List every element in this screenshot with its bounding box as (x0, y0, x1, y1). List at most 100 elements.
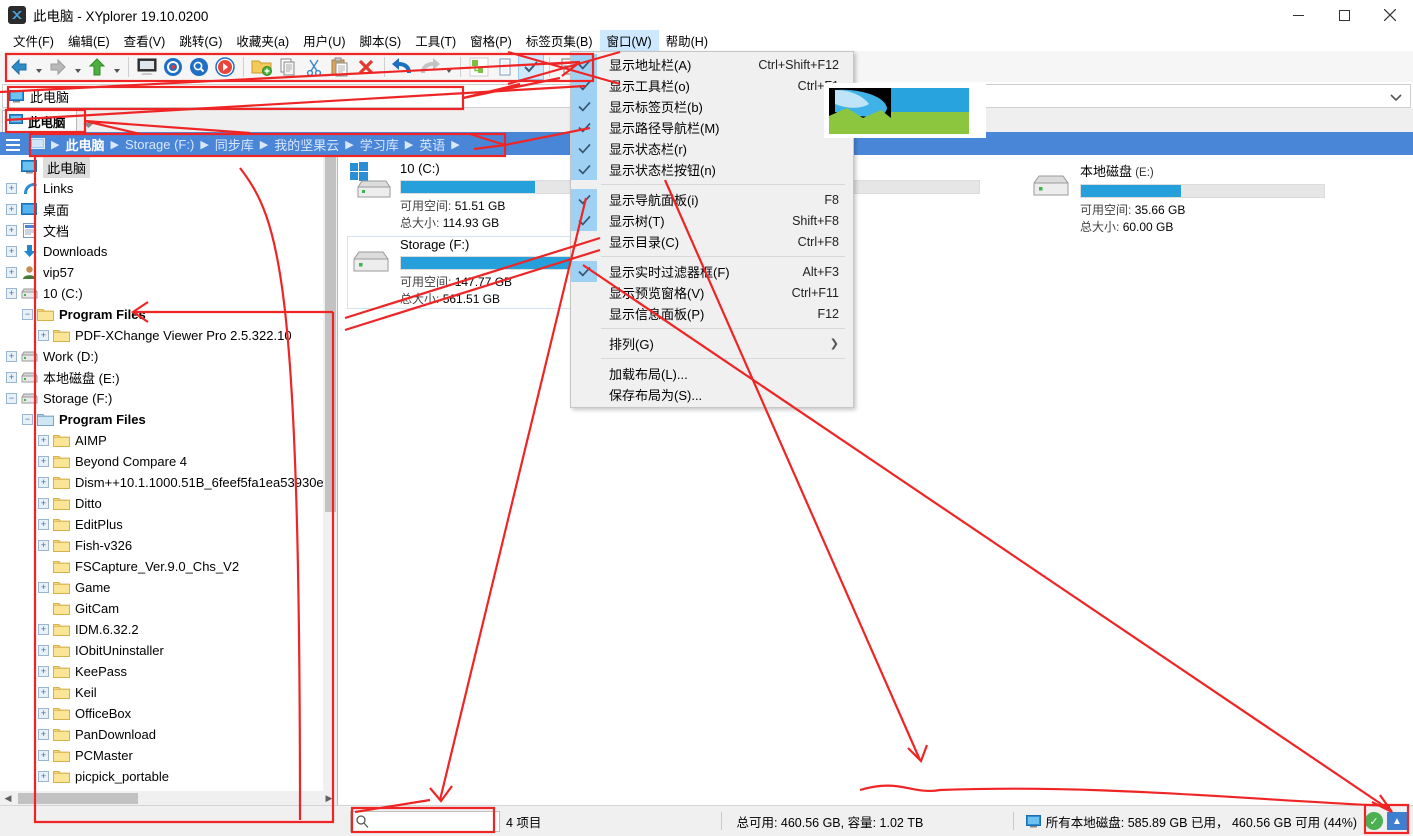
breadcrumb-item-5[interactable]: 英语 (419, 135, 445, 154)
tree-expander-expand-icon[interactable]: + (38, 687, 49, 698)
menu-option[interactable]: 显示标签页栏(b) (571, 96, 853, 117)
redo-dropdown-icon[interactable] (442, 54, 455, 80)
breadcrumb-item-0[interactable]: 此电脑 (65, 135, 104, 154)
tree-item[interactable]: + picpick_portable (0, 766, 337, 787)
forward-dropdown-icon[interactable] (71, 54, 84, 80)
menu-option[interactable]: 显示状态栏(r) (571, 138, 853, 159)
back-icon[interactable] (6, 54, 32, 80)
delete-icon[interactable] (353, 54, 379, 80)
menu-file[interactable]: 文件(F) (6, 29, 61, 52)
tree-item[interactable]: FSCapture_Ver.9.0_Chs_V2 (0, 556, 337, 577)
cut-icon[interactable] (301, 54, 327, 80)
menu-option[interactable]: 显示实时过滤器框(F) Alt+F3 (571, 261, 853, 282)
tree-vertical-scroll-thumb[interactable] (325, 157, 336, 512)
tree-item[interactable]: + PDF-XChange Viewer Pro 2.5.322.10 (0, 325, 337, 346)
tree-item[interactable]: + PanDownload (0, 724, 337, 745)
paste-icon[interactable] (327, 54, 353, 80)
tree-item[interactable]: + 本地磁盘 (E:) (0, 367, 337, 388)
folder-tree[interactable]: 此电脑 + Links + 桌面 + 文档 + Downloads + vip57 +10 (C:) −… (0, 155, 338, 805)
tree-expander-expand-icon[interactable]: + (6, 372, 17, 383)
tree-expander-expand-icon[interactable]: + (38, 498, 49, 509)
tree-item[interactable]: + Beyond Compare 4 (0, 451, 337, 472)
menu-option[interactable]: 排列(G) ❯ (571, 333, 853, 354)
tree-item[interactable]: + vip57 (0, 262, 337, 283)
tree-item[interactable]: + Keil (0, 682, 337, 703)
tree-expander-expand-icon[interactable]: + (38, 729, 49, 740)
minimize-icon[interactable] (1275, 0, 1321, 30)
tree-item[interactable]: − Program Files (0, 409, 337, 430)
menu-favorites[interactable]: 收藏夹(a) (229, 29, 296, 52)
new-folder-icon[interactable] (249, 54, 275, 80)
tree-expander-expand-icon[interactable]: + (38, 519, 49, 530)
branch-view-icon[interactable] (466, 54, 492, 80)
menu-goto[interactable]: 跳转(G) (172, 29, 229, 52)
back-dropdown-icon[interactable] (32, 54, 45, 80)
computer-icon[interactable] (134, 54, 160, 80)
tree-item[interactable]: + Dism++10.1.1000.51B_6feef5fa1ea53930ecd… (0, 472, 337, 493)
hamburger-icon[interactable] (6, 138, 20, 151)
menu-option[interactable]: 显示预览窗格(V) Ctrl+F11 (571, 282, 853, 303)
tree-horizontal-scrollbar[interactable]: ◀ ▶ (0, 791, 337, 805)
up-icon[interactable] (84, 54, 110, 80)
tree-item[interactable]: + 文档 (0, 220, 337, 241)
tree-item[interactable]: + OfficeBox (0, 703, 337, 724)
tree-expander-expand-icon[interactable]: + (38, 456, 49, 467)
search-icon[interactable] (186, 54, 212, 80)
tree-horizontal-scroll-thumb[interactable] (18, 793, 138, 804)
tree-item[interactable]: + AIMP (0, 430, 337, 451)
menu-option[interactable]: 显示树(T) Shift+F8 (571, 210, 853, 231)
maximize-icon[interactable] (1321, 0, 1367, 30)
tree-expander-collapse-icon[interactable]: − (22, 414, 33, 425)
tree-item[interactable]: GitCam (0, 598, 337, 619)
close-icon[interactable] (1367, 0, 1413, 30)
tree-expander-expand-icon[interactable]: + (6, 204, 17, 215)
chevron-up-icon[interactable]: ▲ (1387, 812, 1407, 830)
live-filter-input[interactable] (372, 813, 490, 829)
redo-icon[interactable] (416, 54, 442, 80)
tree-item[interactable]: + Fish-v326 (0, 535, 337, 556)
live-filter-box[interactable] (350, 810, 500, 832)
menu-option[interactable]: 显示地址栏(A) Ctrl+Shift+F12 (571, 54, 853, 75)
tree-expander-expand-icon[interactable]: + (6, 288, 17, 299)
tree-expander-expand-icon[interactable]: + (6, 183, 17, 194)
up-dropdown-icon[interactable] (110, 54, 123, 80)
tree-expander-collapse-icon[interactable]: − (22, 309, 33, 320)
menu-option[interactable]: 显示状态栏按钮(n) (571, 159, 853, 180)
tree-expander-expand-icon[interactable]: + (38, 666, 49, 677)
tree-item[interactable]: − Program Files (0, 304, 337, 325)
menu-option[interactable]: 显示目录(C) Ctrl+F8 (571, 231, 853, 252)
tree-item[interactable]: + Ditto (0, 493, 337, 514)
tree-item[interactable]: + PCMaster (0, 745, 337, 766)
tree-item[interactable]: + IObitUninstaller (0, 640, 337, 661)
menu-edit[interactable]: 编辑(E) (61, 29, 117, 52)
checkmark-icon[interactable] (518, 53, 544, 80)
menu-tools[interactable]: 工具(T) (408, 29, 463, 52)
menu-option[interactable]: 加载布局(L)... (571, 363, 853, 384)
menu-tabsets[interactable]: 标签页集(B) (519, 29, 600, 52)
tree-expander-expand-icon[interactable]: + (38, 477, 49, 488)
computer-icon[interactable] (30, 138, 45, 151)
menu-option[interactable]: 显示信息面板(P) F12 (571, 303, 853, 324)
tree-expander-expand-icon[interactable]: + (38, 435, 49, 446)
tree-expander-expand-icon[interactable]: + (38, 330, 49, 341)
target-icon[interactable] (160, 54, 186, 80)
tree-expander-collapse-icon[interactable]: − (6, 393, 17, 404)
tree-expander-expand-icon[interactable]: + (38, 708, 49, 719)
checkbox-select-icon[interactable] (492, 54, 518, 80)
scroll-left-icon[interactable]: ◀ (0, 793, 16, 804)
quick-jump-icon[interactable] (212, 54, 238, 80)
tree-expander-expand-icon[interactable]: + (38, 771, 49, 782)
menu-option[interactable]: 显示导航面板(i) F8 (571, 189, 853, 210)
breadcrumb-item-4[interactable]: 学习库 (360, 135, 399, 154)
tree-item[interactable]: − Storage (F:) (0, 388, 337, 409)
tab-dropdown-icon[interactable] (82, 117, 94, 132)
chevron-down-icon[interactable] (1390, 90, 1402, 105)
menu-option[interactable]: 显示路径导航栏(M) (571, 117, 853, 138)
tree-item[interactable]: 此电脑 (0, 157, 337, 178)
tree-expander-expand-icon[interactable]: + (6, 267, 17, 278)
tree-expander-expand-icon[interactable]: + (6, 246, 17, 257)
breadcrumb-item-2[interactable]: 同步库 (215, 135, 254, 154)
scroll-right-icon[interactable]: ▶ (321, 793, 337, 804)
tree-expander-expand-icon[interactable]: + (6, 225, 17, 236)
tree-expander-expand-icon[interactable]: + (38, 540, 49, 551)
